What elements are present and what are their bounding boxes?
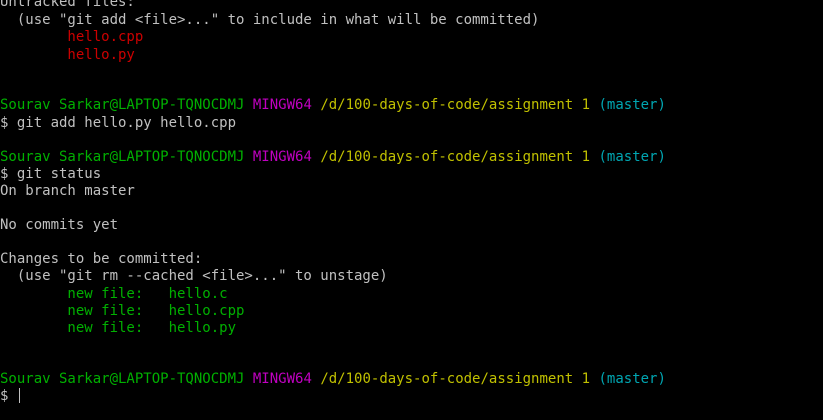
prompt-path: /d/100-days-of-code/assignment 1 (320, 149, 591, 165)
staged-file: new file: hello.py (0, 320, 237, 336)
command-line: $ git add hello.py hello.cpp (0, 115, 237, 131)
prompt-branch: (master) (598, 149, 666, 165)
staged-file: new file: hello.cpp (0, 303, 245, 319)
status-commits-line: No commits yet (0, 217, 119, 233)
status-branch-line: On branch master (0, 183, 135, 199)
untracked-hint: (use "git add <file>..." to include in w… (0, 12, 540, 28)
shell-prompt: Sourav Sarkar@LAPTOP-TQNOCDMJ MINGW64 /d… (0, 371, 666, 388)
prompt-branch: (master) (598, 97, 666, 113)
prompt-msystem: MINGW64 (252, 97, 312, 113)
prompt-symbol: $ (0, 388, 17, 404)
terminal-window[interactable]: Untracked files: (use "git add <file>...… (0, 0, 823, 420)
prompt-path: /d/100-days-of-code/assignment 1 (320, 97, 591, 113)
staged-hint: (use "git rm --cached <file>..." to unst… (0, 268, 388, 284)
prompt-branch: (master) (598, 371, 666, 387)
prompt-user-host: Sourav Sarkar@LAPTOP-TQNOCDMJ (0, 149, 245, 165)
shell-prompt: Sourav Sarkar@LAPTOP-TQNOCDMJ MINGW64 /d… (0, 149, 666, 166)
staged-heading: Changes to be committed: (0, 251, 203, 267)
untracked-file: hello.cpp (0, 29, 144, 45)
prompt-msystem: MINGW64 (252, 371, 312, 387)
prompt-msystem: MINGW64 (252, 149, 312, 165)
command-line: $ git status (0, 166, 102, 182)
untracked-file: hello.py (0, 47, 135, 63)
text-cursor (18, 388, 20, 403)
untracked-heading: Untracked files: (0, 0, 135, 10)
prompt-path: /d/100-days-of-code/assignment 1 (320, 371, 591, 387)
shell-prompt: Sourav Sarkar@LAPTOP-TQNOCDMJ MINGW64 /d… (0, 97, 666, 114)
staged-file: new file: hello.c (0, 286, 228, 302)
prompt-user-host: Sourav Sarkar@LAPTOP-TQNOCDMJ (0, 371, 245, 387)
active-command-line[interactable]: $ (0, 388, 20, 405)
prompt-user-host: Sourav Sarkar@LAPTOP-TQNOCDMJ (0, 97, 245, 113)
